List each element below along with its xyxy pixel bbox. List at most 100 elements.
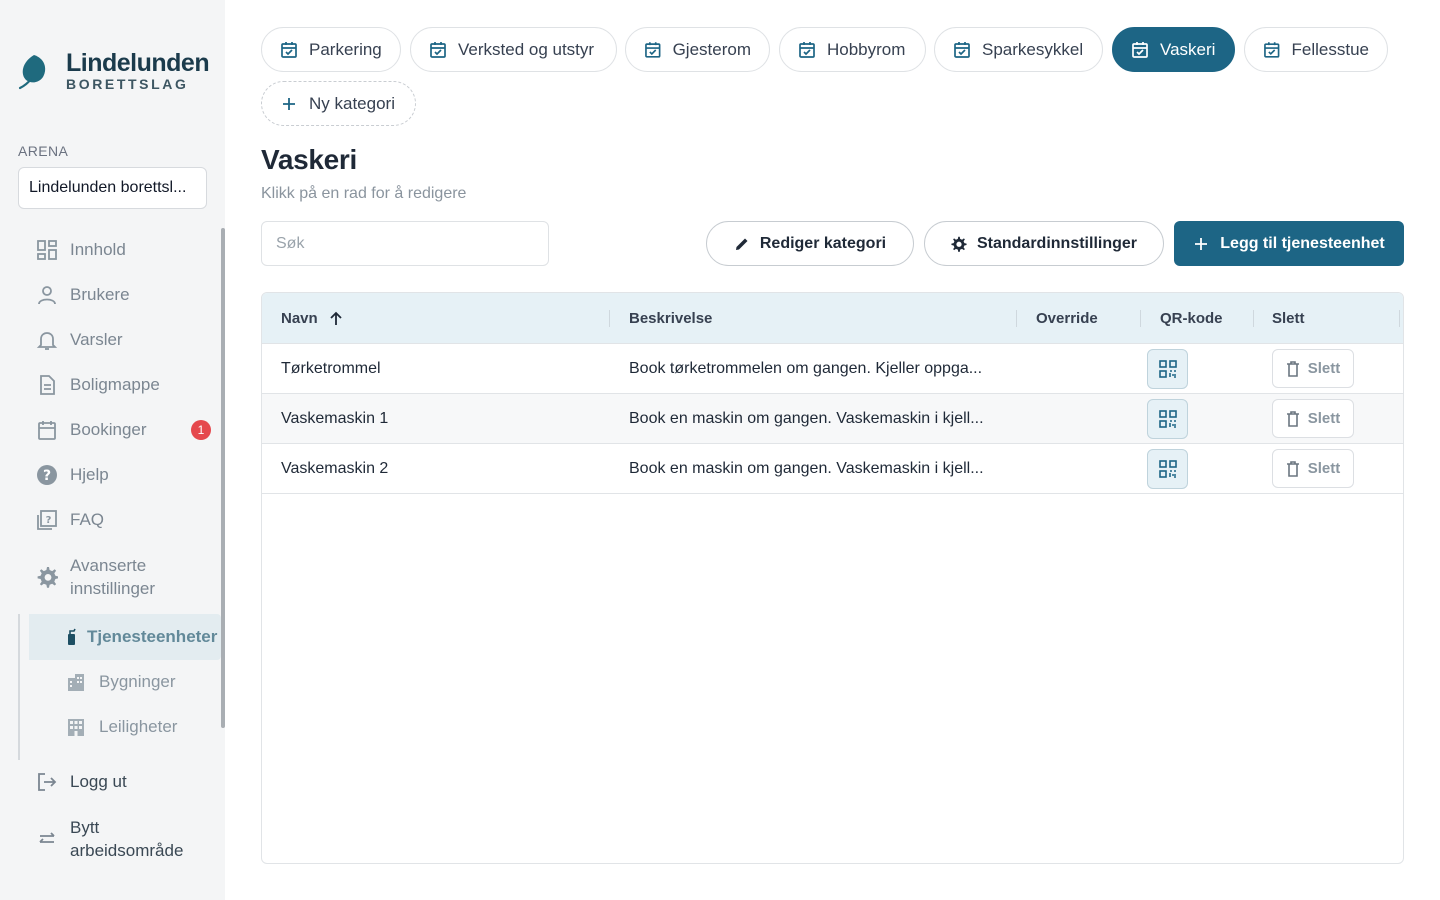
tab-hobbyrom[interactable]: Hobbyrom xyxy=(779,27,926,72)
sidebar-item-innhold[interactable]: Innhold xyxy=(36,235,126,265)
column-separator xyxy=(609,310,610,327)
new-category-label: Ny kategori xyxy=(309,93,395,113)
delete-label: Slett xyxy=(1307,410,1341,427)
default-settings-button[interactable]: Standardinnstillinger xyxy=(924,221,1164,266)
column-separator xyxy=(1399,310,1400,327)
column-header-label: Override xyxy=(1036,310,1098,327)
delete-button[interactable]: Slett xyxy=(1272,449,1354,488)
trash-icon xyxy=(1286,410,1299,427)
column-separator xyxy=(1140,310,1141,327)
add-service-unit-label: Legg til tjenesteenhet xyxy=(1220,234,1385,252)
qr-code-button[interactable] xyxy=(1147,349,1188,389)
sidebar-subitem-bygninger[interactable]: Bygninger xyxy=(66,667,176,697)
search-input[interactable] xyxy=(261,221,549,266)
column-header-label: QR-kode xyxy=(1160,310,1223,327)
pencil-icon xyxy=(735,238,748,250)
cell-description: Book en maskin om gangen. Vaskemaskin i … xyxy=(629,459,984,477)
column-header-navn[interactable]: Navn xyxy=(281,293,344,344)
edit-category-label: Rediger kategori xyxy=(759,234,887,252)
advanced-label-1: Avanserte xyxy=(70,556,147,575)
cell-description: Book en maskin om gangen. Vaskemaskin i … xyxy=(629,409,984,427)
tab-label: Sparkesykkel xyxy=(982,39,1084,59)
sidebar-item-hjelp[interactable]: ? Hjelp xyxy=(36,460,109,490)
table-row[interactable]: Tørketrommel Book tørketrommelen om gang… xyxy=(262,344,1403,394)
sidebar-subitem-leiligheter[interactable]: Leiligheter xyxy=(66,712,177,742)
sidebar-item-label: Hjelp xyxy=(70,465,109,484)
new-category-button[interactable]: Ny kategori xyxy=(261,81,416,126)
delete-label: Slett xyxy=(1307,360,1341,377)
sidebar-item-label: Varsler xyxy=(70,330,123,349)
tab-label: Vaskeri xyxy=(1160,39,1216,59)
qr-code-icon xyxy=(1158,460,1177,478)
svg-text:?: ? xyxy=(43,468,51,484)
sidebar-item-advanced-settings[interactable]: Avanserte innstillinger xyxy=(36,554,190,600)
table-row[interactable]: Vaskemaskin 2 Book en maskin om gangen. … xyxy=(262,444,1403,494)
page-subtitle: Klikk på en rad for å redigere xyxy=(261,185,467,202)
tab-fellesstue[interactable]: Fellesstue xyxy=(1244,27,1388,72)
tab-vaskeri[interactable]: Vaskeri xyxy=(1112,27,1235,72)
submenu-line xyxy=(18,614,20,760)
sidebar-item-label: Boligmappe xyxy=(70,375,160,394)
tab-parkering[interactable]: Parkering xyxy=(261,27,401,72)
dashboard-icon xyxy=(36,239,58,261)
tab-label: Gjesterom xyxy=(672,39,751,59)
add-service-unit-button[interactable]: Legg til tjenesteenhet xyxy=(1174,221,1404,266)
calendar-check-icon xyxy=(1132,41,1148,58)
edit-category-button[interactable]: Rediger kategori xyxy=(706,221,914,266)
tab-sparkesykkel[interactable]: Sparkesykkel xyxy=(934,27,1103,72)
qr-code-button[interactable] xyxy=(1147,449,1188,489)
logout-label: Logg ut xyxy=(70,772,127,791)
sidebar-item-brukere[interactable]: Brukere xyxy=(36,280,130,310)
tab-gjesterom[interactable]: Gjesterom xyxy=(625,27,770,72)
brand-logo[interactable]: Lindelunden BORETTSLAG xyxy=(18,49,210,92)
arena-select[interactable]: Lindelunden borettsl... xyxy=(18,167,207,209)
qr-code-icon xyxy=(1158,360,1177,378)
sidebar-item-label: FAQ xyxy=(70,510,105,529)
cell-name: Tørketrommel xyxy=(281,359,381,377)
sidebar-subitem-label: Bygninger xyxy=(99,672,176,691)
sidebar-item-label: Brukere xyxy=(70,285,130,304)
column-header-label: Beskrivelse xyxy=(629,310,713,327)
leaf-logo-icon xyxy=(18,55,46,90)
gear-icon xyxy=(36,566,58,588)
plus-icon xyxy=(1195,237,1208,250)
qr-code-icon xyxy=(1158,410,1177,428)
sidebar-item-bookinger[interactable]: Bookinger xyxy=(36,415,147,445)
tab-label: Fellesstue xyxy=(1291,39,1369,59)
sidebar-item-label: Innhold xyxy=(70,240,126,259)
gear-icon xyxy=(951,236,967,252)
delete-button[interactable]: Slett xyxy=(1272,349,1354,388)
sidebar-subitem-label: Tjenesteenheter xyxy=(87,627,218,646)
calendar-check-icon xyxy=(281,41,297,58)
calendar-icon xyxy=(36,419,58,441)
delete-button[interactable]: Slett xyxy=(1272,399,1354,438)
tab-label: Hobbyrom xyxy=(827,39,906,59)
user-icon xyxy=(36,284,58,306)
sidebar-item-faq[interactable]: ? FAQ xyxy=(36,505,104,535)
switch-workspace-button[interactable]: Bytt arbeidsområde xyxy=(36,816,183,862)
column-header-qr[interactable]: QR-kode xyxy=(1160,293,1223,344)
brand-name: Lindelunden xyxy=(66,49,210,77)
sidebar: Lindelunden BORETTSLAG ARENA Lindelunden… xyxy=(0,0,225,900)
plus-icon xyxy=(283,97,295,110)
table-row[interactable]: Vaskemaskin 1 Book en maskin om gangen. … xyxy=(262,394,1403,444)
table-header: Navn Beskrivelse Override QR-kode Slett xyxy=(262,293,1403,344)
calendar-check-icon xyxy=(430,41,446,58)
column-header-beskrivelse[interactable]: Beskrivelse xyxy=(629,293,712,344)
column-header-slett[interactable]: Slett xyxy=(1272,293,1305,344)
sidebar-item-boligmappe[interactable]: Boligmappe xyxy=(36,370,160,400)
tab-verksted[interactable]: Verksted og utstyr xyxy=(410,27,617,72)
column-header-override[interactable]: Override xyxy=(1036,293,1098,344)
logout-button[interactable]: Logg ut xyxy=(36,771,127,793)
building-icon xyxy=(68,674,84,691)
apartment-icon xyxy=(68,719,84,736)
bell-icon xyxy=(36,329,58,351)
service-units-table: Navn Beskrivelse Override QR-kode Slett … xyxy=(261,292,1404,864)
sidebar-item-varsler[interactable]: Varsler xyxy=(36,325,123,355)
sidebar-subitem-tjenesteenheter[interactable]: Tjenesteenheter xyxy=(29,614,221,660)
sidebar-scrollbar[interactable] xyxy=(221,228,225,728)
document-icon xyxy=(36,374,58,396)
sidebar-item-label: Bookinger xyxy=(70,420,147,439)
swap-icon xyxy=(39,832,55,843)
qr-code-button[interactable] xyxy=(1147,399,1188,439)
